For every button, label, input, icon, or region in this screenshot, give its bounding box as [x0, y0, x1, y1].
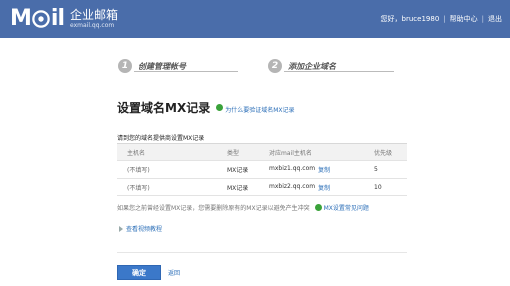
top-header: M il 企业邮箱 exmail.qq.com 您好，bruce1980 | 帮… — [0, 0, 510, 38]
header-mail-host: 对应mail主机名 — [269, 149, 312, 157]
logo-text-right: il — [50, 6, 65, 31]
cell-priority: 5 — [374, 166, 378, 173]
logout-link[interactable]: 退出 — [488, 14, 502, 24]
greeting-text: 您好，bruce1980 — [380, 15, 440, 23]
step-2: 2 添加企业域名 — [268, 55, 336, 77]
step-label-1: 创建管理帐号 — [138, 61, 186, 71]
step-2-underline — [284, 71, 394, 72]
page-title: 设置域名MX记录 — [117, 101, 211, 115]
step-number-2: 2 — [268, 59, 282, 73]
header-user-links: 您好，bruce1980 | 帮助中心 | 退出 — [381, 14, 502, 24]
title-row: 设置域名MX记录 为什么要验证域名MX记录 — [117, 99, 295, 116]
table-intro: 请到您的域名提供商设置MX记录 — [117, 135, 205, 142]
step-1: 1 创建管理帐号 — [118, 55, 186, 77]
header-priority: 优先级 — [374, 149, 393, 157]
logo-cn-block: 企业邮箱 exmail.qq.com — [70, 8, 119, 30]
note-text: 如果您之前曾经设置MX记录，您需要删除原有的MX记录以避免产生冲突 — [117, 205, 310, 212]
mail-host-value: mxbiz1.qq.com — [269, 165, 316, 172]
step-1-underline — [134, 71, 238, 72]
confirm-button[interactable]: 确定 — [117, 265, 161, 280]
cell-host: (不填写) — [127, 167, 150, 174]
header-type: 类型 — [227, 149, 240, 157]
logo-text-left: M — [10, 6, 32, 31]
copy-link[interactable]: 复制 — [318, 183, 330, 192]
mx-record-table: 主机名 类型 对应mail主机名 优先级 (不填写) MX记录 mxbiz1.q… — [117, 143, 407, 196]
table-row: (不填写) MX记录 mxbiz2.qq.com 复制 10 — [117, 178, 407, 196]
help-icon — [314, 204, 322, 211]
help-icon — [216, 104, 224, 111]
mx-conflict-note: 如果您之前曾经设置MX记录，您需要删除原有的MX记录以避免产生冲突 MX设置常见… — [117, 203, 369, 212]
play-triangle-icon — [119, 225, 123, 232]
table-row: (不填写) MX记录 mxbiz1.qq.com 复制 5 — [117, 160, 407, 178]
qq-mail-logo[interactable]: M il 企业邮箱 exmail.qq.com — [10, 6, 118, 32]
setup-steps: 1 创建管理帐号 2 添加企业域名 — [118, 55, 458, 77]
cell-priority: 10 — [374, 183, 382, 191]
divider — [117, 252, 407, 253]
video-tutorial-row[interactable]: 查看视频教程 — [119, 224, 162, 233]
logo-cn-sub: exmail.qq.com — [70, 22, 115, 29]
cell-mail-host: mxbiz1.qq.com 复制 — [269, 165, 369, 174]
why-verify-mx-link[interactable]: 为什么要验证域名MX记录 — [225, 105, 294, 114]
mail-host-value: mxbiz2.qq.com — [269, 182, 316, 190]
cell-mail-host: mxbiz2.qq.com 复制 — [269, 183, 369, 192]
cell-type: MX记录 — [227, 184, 249, 192]
cell-host: (不填写) — [127, 184, 150, 192]
cell-type: MX记录 — [227, 167, 249, 174]
video-tutorial-link[interactable]: 查看视频教程 — [126, 224, 162, 233]
header-host: 主机名 — [127, 149, 146, 157]
back-link[interactable]: 返回 — [168, 268, 180, 277]
step-number-1: 1 — [118, 59, 132, 73]
separator: | — [481, 15, 484, 23]
separator: | — [443, 15, 446, 23]
help-center-link[interactable]: 帮助中心 — [450, 14, 478, 24]
step-label-2: 添加企业域名 — [288, 61, 336, 71]
logo-envelope-icon — [32, 10, 50, 28]
table-header: 主机名 类型 对应mail主机名 优先级 — [117, 144, 407, 160]
logo-cn-title: 企业邮箱 — [70, 8, 119, 22]
copy-link[interactable]: 复制 — [318, 165, 330, 174]
mx-faq-link[interactable]: MX设置常见问题 — [324, 203, 369, 212]
